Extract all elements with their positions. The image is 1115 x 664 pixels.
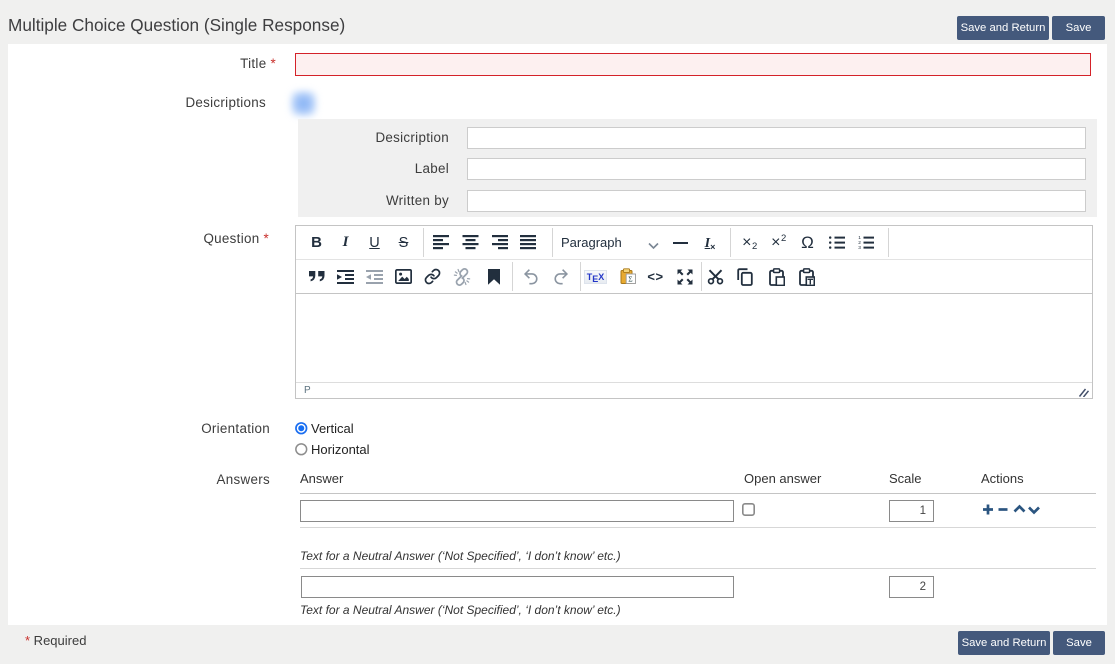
svg-text:3: 3 — [858, 245, 861, 249]
svg-text:Σ: Σ — [628, 275, 632, 284]
